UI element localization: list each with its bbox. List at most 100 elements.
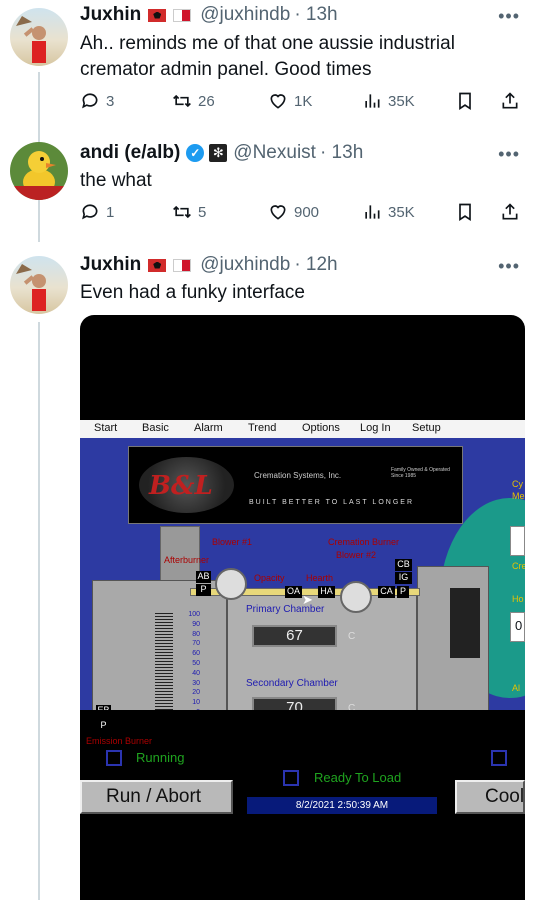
secondary-temp-unit: C [348, 703, 356, 710]
running-checkbox[interactable] [106, 750, 122, 766]
avatar[interactable] [10, 142, 68, 200]
menu-item-start[interactable]: Start [94, 422, 117, 434]
cool-button[interactable]: Cool [455, 780, 525, 814]
handle[interactable]: @juxhindb [200, 254, 290, 276]
malta-flag-icon [173, 8, 192, 22]
reply-icon [82, 204, 98, 220]
bookmark-button[interactable] [455, 202, 475, 222]
share-button[interactable] [500, 202, 520, 222]
temperature-bar [155, 613, 173, 710]
tweet-text: Ah.. reminds me of that one aussie indus… [80, 33, 455, 80]
family-owned-note: Family Owned & Operated Since 1985 [391, 467, 450, 479]
hearth-label: Hearth [306, 573, 334, 583]
right-field-value[interactable]: 0 [510, 612, 525, 642]
menu-bar: Start Basic Alarm Trend Options Log In S… [80, 420, 525, 438]
retweet-count: 5 [198, 203, 207, 221]
thread-line [38, 322, 40, 900]
share-icon [502, 92, 518, 109]
handle[interactable]: @Nexuist [233, 142, 316, 164]
share-button[interactable] [500, 91, 520, 111]
reply-count: 1 [106, 203, 115, 221]
door-window [450, 588, 480, 658]
p-indicator[interactable]: P [397, 586, 409, 598]
tweet-header: andi (e/alb) ✓ ✻ @Nexuist · 13h [80, 142, 363, 164]
p-indicator[interactable]: P [196, 584, 211, 596]
right-field[interactable] [510, 526, 525, 556]
menu-item-login[interactable]: Log In [360, 422, 391, 434]
right-labels: Cy Me [512, 478, 525, 502]
ready-to-load-checkbox[interactable] [283, 770, 299, 786]
datetime-display: 8/2/2021 2:50:39 AM [247, 797, 437, 814]
retweet-button[interactable]: 5 [172, 202, 206, 222]
scale-tick: 30 [192, 679, 200, 687]
scale-tick: 100 [188, 611, 200, 618]
blower-2-label: Blower #2 [336, 550, 377, 560]
right-label: Ho [512, 594, 524, 604]
tweet-header: Juxhin @juxhindb · 13h [80, 4, 338, 26]
handle[interactable]: @juxhindb [200, 4, 290, 26]
views-button[interactable]: 35K [362, 91, 415, 111]
scada-panel: B&L Cremation Systems, Inc. Family Owned… [80, 438, 525, 710]
ab-indicator[interactable]: AB [196, 571, 211, 583]
menu-item-trend[interactable]: Trend [248, 422, 276, 434]
avatar[interactable] [10, 8, 68, 66]
secondary-chamber-label: Secondary Chamber [246, 678, 338, 689]
reply-button[interactable]: 1 [80, 202, 114, 222]
menu-item-options[interactable]: Options [302, 422, 340, 434]
avatar[interactable] [10, 256, 68, 314]
logo-emblem: B&L [139, 457, 234, 513]
bookmark-button[interactable] [455, 91, 475, 111]
view-count: 35K [388, 92, 415, 110]
ig-indicator[interactable]: IG [395, 572, 412, 584]
blower-1-label: Blower #1 [212, 537, 253, 547]
slogan: BUILT BETTER TO LAST LONGER [249, 499, 414, 506]
scale-tick: 20 [192, 689, 200, 697]
display-name[interactable]: Juxhin [80, 254, 141, 276]
menu-item-basic[interactable]: Basic [142, 422, 169, 434]
more-icon[interactable]: ••• [498, 144, 520, 165]
cremation-burner-label: Cremation Burner [328, 537, 400, 547]
heart-icon [270, 205, 286, 220]
timestamp[interactable]: · 12h [294, 254, 337, 276]
oa-indicator[interactable]: OA [285, 586, 302, 598]
more-icon[interactable]: ••• [498, 6, 520, 27]
scale-tick: 70 [192, 640, 200, 648]
reply-button[interactable]: 3 [80, 91, 114, 111]
right-checkbox[interactable] [491, 750, 507, 766]
blower-1-fan-icon[interactable] [215, 568, 247, 600]
cb-indicator[interactable]: CB [395, 559, 412, 571]
menu-item-setup[interactable]: Setup [412, 422, 441, 434]
action-bar: 3 26 1K 35K [80, 91, 524, 113]
menu-item-alarm[interactable]: Alarm [194, 422, 223, 434]
retweet-icon [173, 94, 191, 108]
like-button[interactable]: 1K [268, 91, 312, 111]
verified-badge-icon: ✓ [186, 144, 205, 162]
like-button[interactable]: 900 [268, 202, 319, 222]
views-button[interactable]: 35K [362, 202, 415, 222]
ha-indicator[interactable]: HA [318, 586, 335, 598]
right-label: Cy [512, 479, 523, 489]
display-name[interactable]: andi (e/alb) [80, 142, 180, 164]
more-icon[interactable]: ••• [498, 256, 520, 277]
heart-icon [270, 94, 286, 109]
right-label: Al [512, 683, 521, 693]
primary-temp-unit: C [348, 631, 356, 642]
like-count: 1K [294, 92, 313, 110]
share-icon [502, 203, 518, 220]
blower-2-fan-icon[interactable] [340, 581, 372, 613]
primary-chamber-label: Primary Chamber [246, 604, 325, 615]
primary-temp-display: 67 [252, 625, 337, 647]
timestamp[interactable]: · 13h [320, 142, 363, 164]
ca-indicator[interactable]: CA [378, 586, 395, 598]
tweet-text: the what [80, 170, 152, 191]
tweet-text: Even had a funky interface [80, 282, 305, 303]
p-indicator[interactable]: P [96, 720, 111, 732]
affiliation-badge-icon: ✻ [209, 144, 228, 162]
reply-icon [82, 93, 98, 109]
retweet-button[interactable]: 26 [172, 91, 215, 111]
tweet-media-image[interactable]: Start Basic Alarm Trend Options Log In S… [80, 315, 525, 900]
run-abort-button[interactable]: Run / Abort [80, 780, 233, 814]
timestamp[interactable]: · 13h [294, 4, 337, 26]
display-name[interactable]: Juxhin [80, 4, 141, 26]
emission-burner-label: Emission Burner [86, 736, 153, 746]
